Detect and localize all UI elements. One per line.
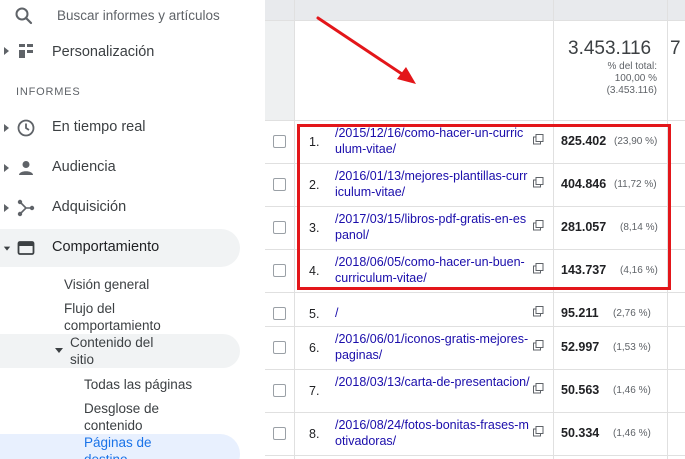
next-column-total: 7 bbox=[670, 38, 681, 59]
caret-down-icon bbox=[3, 246, 11, 251]
sidebar-subitem-desglose-line2[interactable]: contenido bbox=[84, 417, 143, 434]
row-number: 6. bbox=[309, 341, 320, 355]
row-checkbox[interactable] bbox=[273, 135, 286, 148]
sidebar-subitem-vision-general[interactable]: Visión general bbox=[64, 276, 149, 293]
total-percentage: % del total: 100,00 % (3.453.116) bbox=[606, 61, 657, 96]
row-percentage: (2,76 %) bbox=[613, 308, 651, 319]
sidebar-subitem-todas-paginas[interactable]: Todas las páginas bbox=[84, 376, 192, 393]
caret-right-icon bbox=[4, 47, 9, 55]
search-bar[interactable]: Buscar informes y artículos bbox=[0, 0, 265, 34]
table-row[interactable]: 8. /2016/08/24/fotos-bonitas-frases-moti… bbox=[265, 413, 685, 455]
sidebar-item-label: En tiempo real bbox=[52, 119, 146, 135]
row-value: 52.997 bbox=[561, 340, 600, 354]
open-page-icon[interactable] bbox=[533, 306, 544, 317]
row-number: 8. bbox=[309, 427, 320, 441]
sidebar-item-adquisicion[interactable]: Adquisición bbox=[0, 189, 265, 227]
sidebar-subitem-flujo-line1[interactable]: Flujo del bbox=[64, 300, 115, 317]
sidebar-item-label: Comportamiento bbox=[52, 239, 160, 255]
sidebar-item-realtime[interactable]: En tiempo real bbox=[0, 109, 265, 147]
row-number: 5. bbox=[309, 307, 320, 321]
behavior-icon bbox=[17, 241, 35, 255]
open-page-icon[interactable] bbox=[533, 383, 544, 394]
open-page-icon[interactable] bbox=[533, 426, 544, 437]
highlight-box bbox=[297, 124, 671, 290]
table-row[interactable]: 6. /2016/06/01/iconos-gratis-mejores-pag… bbox=[265, 327, 685, 369]
search-icon bbox=[15, 7, 33, 25]
open-page-icon[interactable] bbox=[533, 340, 544, 351]
page-link[interactable]: /2018/03/13/carta-de-presentacion/ bbox=[335, 375, 530, 391]
search-input[interactable]: Buscar informes y artículos bbox=[57, 8, 220, 23]
caret-down-icon bbox=[55, 348, 63, 353]
sidebar-item-label: Personalización bbox=[52, 44, 155, 60]
clock-icon bbox=[17, 119, 35, 137]
sidebar-item-label: Adquisición bbox=[52, 199, 127, 215]
row-checkbox[interactable] bbox=[273, 178, 286, 191]
sidebar-subitem-paginas-destino-line1[interactable]: Páginas de bbox=[84, 434, 152, 451]
row-checkbox[interactable] bbox=[273, 264, 286, 277]
row-percentage: (1,53 %) bbox=[613, 342, 651, 353]
sidebar: Buscar informes y artículos Personalizac… bbox=[0, 0, 265, 459]
sidebar-subitem-paginas-destino-line2[interactable]: destino bbox=[84, 451, 128, 459]
sidebar-item-label: Audiencia bbox=[52, 159, 116, 175]
row-value: 50.334 bbox=[561, 426, 600, 440]
row-checkbox[interactable] bbox=[273, 221, 286, 234]
sidebar-subitem-desglose-line1[interactable]: Desglose de bbox=[84, 400, 159, 417]
page-link[interactable]: / bbox=[335, 306, 530, 322]
caret-right-icon bbox=[4, 164, 9, 172]
sidebar-item-comportamiento[interactable]: Comportamiento bbox=[0, 229, 265, 267]
sidebar-subitem-contenido-line1[interactable]: Contenido del bbox=[70, 334, 153, 351]
row-checkbox[interactable] bbox=[273, 427, 286, 440]
sidebar-subitem-flujo-line2[interactable]: comportamiento bbox=[64, 317, 161, 334]
table-row[interactable]: 7. /2018/03/13/carta-de-presentacion/ 50… bbox=[265, 370, 685, 412]
sidebar-subitem-contenido-line2[interactable]: sitio bbox=[70, 351, 94, 368]
row-checkbox[interactable] bbox=[273, 341, 286, 354]
row-value: 50.563 bbox=[561, 383, 600, 397]
section-label-informes: INFORMES bbox=[16, 86, 81, 98]
row-value: 95.211 bbox=[561, 306, 599, 320]
caret-right-icon bbox=[4, 124, 9, 132]
red-arrow-icon bbox=[316, 16, 416, 84]
row-percentage: (1,46 %) bbox=[613, 385, 651, 396]
acquisition-icon bbox=[17, 199, 35, 217]
total-value: 3.453.116 bbox=[568, 38, 652, 59]
dashboard-icon bbox=[19, 44, 33, 58]
row-checkbox[interactable] bbox=[273, 384, 286, 397]
page-link[interactable]: /2016/08/24/fotos-bonitas-frases-motivad… bbox=[335, 418, 530, 449]
page-link[interactable]: /2016/06/01/iconos-gratis-mejores-pagina… bbox=[335, 332, 530, 363]
caret-right-icon bbox=[4, 204, 9, 212]
row-checkbox[interactable] bbox=[273, 307, 286, 320]
sidebar-item-personalizacion[interactable]: Personalización bbox=[0, 32, 265, 70]
row-number: 7. bbox=[309, 384, 320, 398]
row-percentage: (1,46 %) bbox=[613, 428, 651, 439]
sidebar-item-audiencia[interactable]: Audiencia bbox=[0, 149, 265, 187]
person-icon bbox=[19, 161, 33, 175]
